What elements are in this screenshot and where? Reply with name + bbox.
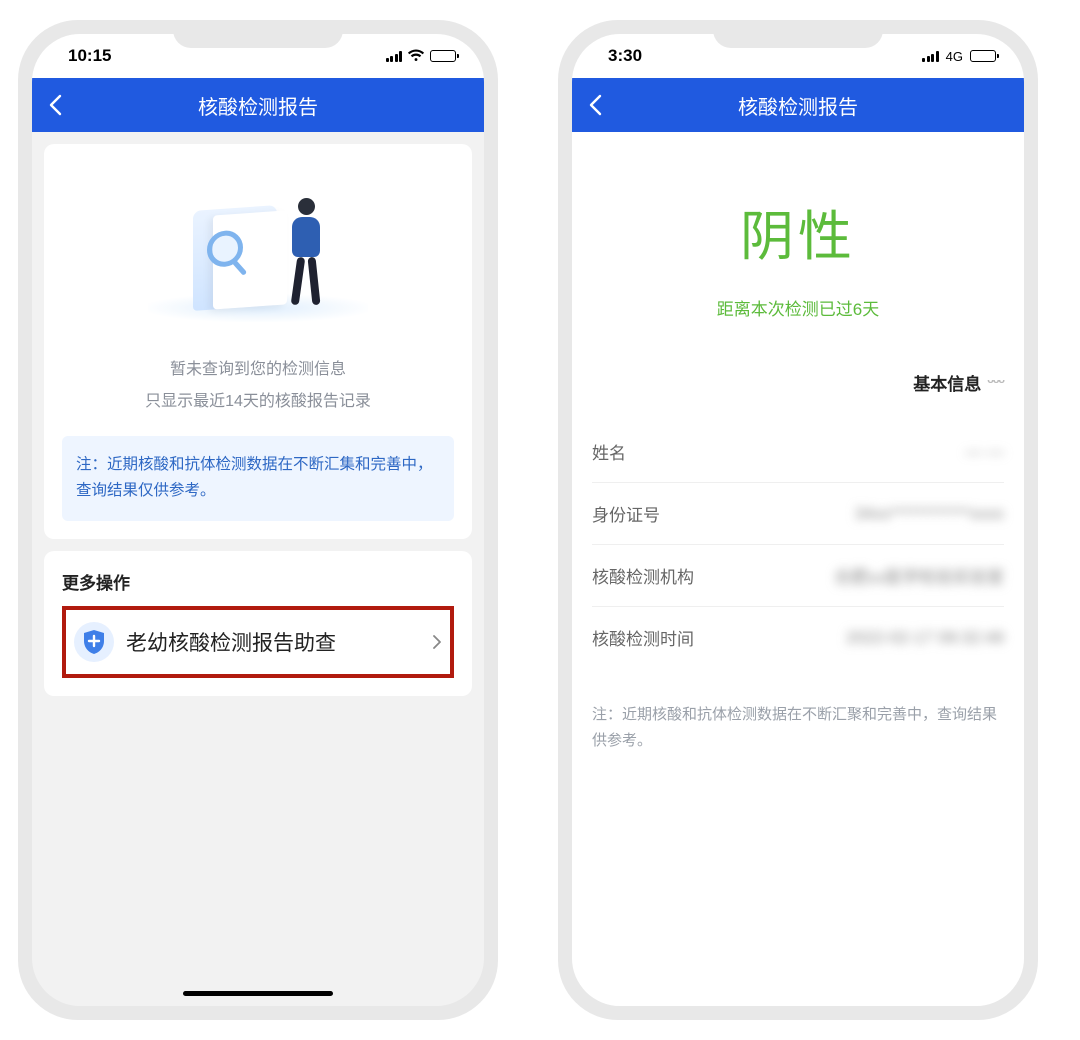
info-label: 姓名 — [592, 439, 626, 464]
nav-bar: 核酸检测报告 — [572, 78, 1024, 132]
info-value: 合肥xx医学检验实验室 — [834, 563, 1004, 588]
home-indicator[interactable] — [183, 991, 333, 996]
info-value: — — — [965, 442, 1004, 462]
signal-icon — [922, 50, 939, 62]
content-left: 暂未查询到您的检测信息 只显示最近14天的核酸报告记录 注：近期核酸和抗体检测数… — [32, 132, 484, 1006]
shield-icon — [74, 622, 114, 662]
content-right: 阴性 距离本次检测已过6天 基本信息 ᵕᵕᵕ 姓名 — — 身份证号 34xx*… — [572, 132, 1024, 1006]
info-label: 核酸检测机构 — [592, 563, 694, 588]
status-time: 3:30 — [608, 46, 642, 66]
info-list: 姓名 — — 身份证号 34xx************xxxx 核酸检测机构 … — [572, 421, 1024, 668]
info-value: 34xx************xxxx — [855, 504, 1004, 524]
status-icons: 4G — [922, 49, 996, 64]
empty-line-1: 暂未查询到您的检测信息 — [62, 354, 454, 386]
nav-title: 核酸检测报告 — [198, 91, 318, 120]
note-box: 注：近期核酸和抗体检测数据在不断汇集和完善中，查询结果仅供参考。 — [62, 436, 454, 521]
assist-query-label: 老幼核酸检测报告助查 — [126, 627, 420, 657]
info-row-name: 姓名 — — — [592, 421, 1004, 483]
phone-frame-left: 10:15 核酸检测报告 — [18, 20, 498, 1020]
phone-notch — [713, 20, 883, 48]
wifi-icon — [407, 49, 425, 63]
more-ops-title: 更多操作 — [62, 569, 454, 594]
info-row-id: 身份证号 34xx************xxxx — [592, 483, 1004, 545]
battery-icon — [430, 50, 456, 62]
info-row-time: 核酸检测时间 2022-02-17 09:32:49 — [592, 607, 1004, 668]
status-icons — [386, 49, 457, 63]
empty-line-2: 只显示最近14天的核酸报告记录 — [62, 386, 454, 418]
phone-frame-right: 3:30 4G 核酸检测报告 阴性 距离本次检测已过6天 基本信息 ᵕᵕᵕ — [558, 20, 1038, 1020]
info-label: 身份证号 — [592, 501, 660, 526]
basic-info-title: 基本信息 — [913, 370, 981, 395]
status-time: 10:15 — [68, 46, 111, 66]
more-ops-card: 更多操作 老幼核酸检测报告助查 — [44, 551, 472, 696]
empty-state-text: 暂未查询到您的检测信息 只显示最近14天的核酸报告记录 — [62, 354, 454, 418]
info-row-institution: 核酸检测机构 合肥xx医学检验实验室 — [592, 545, 1004, 607]
result-subtext: 距离本次检测已过6天 — [592, 295, 1004, 320]
empty-state-illustration — [62, 162, 454, 340]
empty-state-card: 暂未查询到您的检测信息 只显示最近14天的核酸报告记录 注：近期核酸和抗体检测数… — [44, 144, 472, 539]
back-button[interactable] — [588, 94, 602, 116]
hide-info-icon[interactable]: ᵕᵕᵕ — [987, 374, 1004, 392]
back-button[interactable] — [48, 94, 62, 116]
result-block: 阴性 距离本次检测已过6天 — [572, 132, 1024, 350]
bottom-note: 注：近期核酸和抗体检测数据在不断汇聚和完善中，查询结果供参考。 — [572, 680, 1024, 775]
info-label: 核酸检测时间 — [592, 625, 694, 650]
battery-icon — [970, 50, 996, 62]
phone-notch — [173, 20, 343, 48]
info-value: 2022-02-17 09:32:49 — [846, 628, 1004, 648]
phone-screen-left: 10:15 核酸检测报告 — [32, 34, 484, 1006]
assist-query-row[interactable]: 老幼核酸检测报告助查 — [62, 606, 454, 678]
nav-bar: 核酸检测报告 — [32, 78, 484, 132]
basic-info-header[interactable]: 基本信息 ᵕᵕᵕ — [572, 362, 1024, 409]
signal-icon — [386, 50, 403, 62]
network-label: 4G — [946, 49, 963, 64]
nav-title: 核酸检测报告 — [738, 91, 858, 120]
chevron-right-icon — [432, 634, 442, 650]
phone-screen-right: 3:30 4G 核酸检测报告 阴性 距离本次检测已过6天 基本信息 ᵕᵕᵕ — [572, 34, 1024, 1006]
result-status: 阴性 — [592, 192, 1004, 271]
